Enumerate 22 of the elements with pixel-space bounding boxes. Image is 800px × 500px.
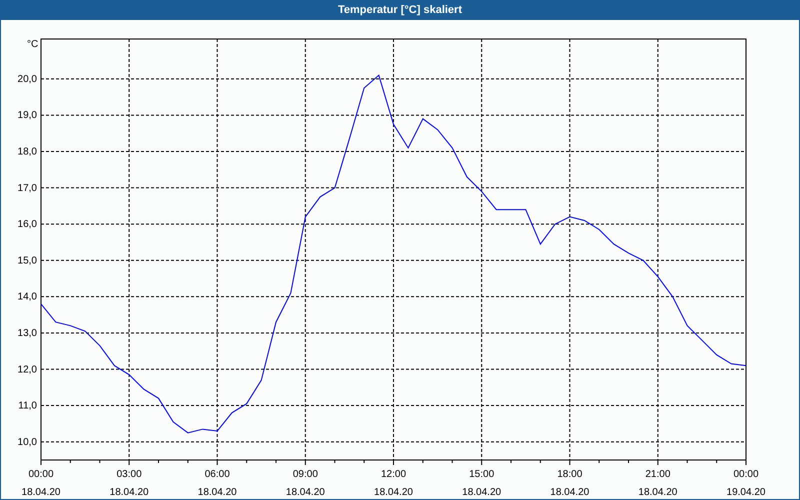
y-tick-label: 19,0 [18, 110, 37, 122]
y-tick-label: 13,0 [18, 328, 37, 339]
y-axis-label: °C [27, 39, 38, 50]
x-tick-label: 15:00 18.04.20 [462, 469, 502, 498]
x-tick-label: 03:00 18.04.20 [110, 469, 149, 498]
x-tick-label: 09:00 18.04.20 [286, 469, 325, 498]
y-tick-label: 16,0 [18, 219, 37, 230]
y-tick-label: 14,0 [18, 292, 37, 303]
y-tick-label: 15,0 [18, 255, 37, 266]
y-tick-label: 18,0 [18, 146, 37, 158]
y-tick-label: 20,0 [18, 74, 37, 85]
y-tick-label: 17,0 [18, 182, 37, 194]
x-tick-label: 21:00 18.04.20 [638, 469, 678, 498]
y-tick-label: 11,0 [18, 400, 37, 412]
y-tick-label: 12,0 [18, 364, 37, 376]
y-tick-label: 10,0 [18, 436, 37, 448]
x-tick-label: 00:00 19.04.20 [726, 469, 766, 498]
window-title: Temperatur [°C] skaliert [338, 2, 462, 18]
x-tick-label: 00:00 18.04.20 [22, 469, 60, 498]
x-tick-label: 18:00 18.04.20 [550, 469, 590, 498]
x-tick-label: 06:00 18.04.20 [198, 469, 237, 498]
x-tick-label: 12:00 18.04.20 [374, 469, 413, 498]
